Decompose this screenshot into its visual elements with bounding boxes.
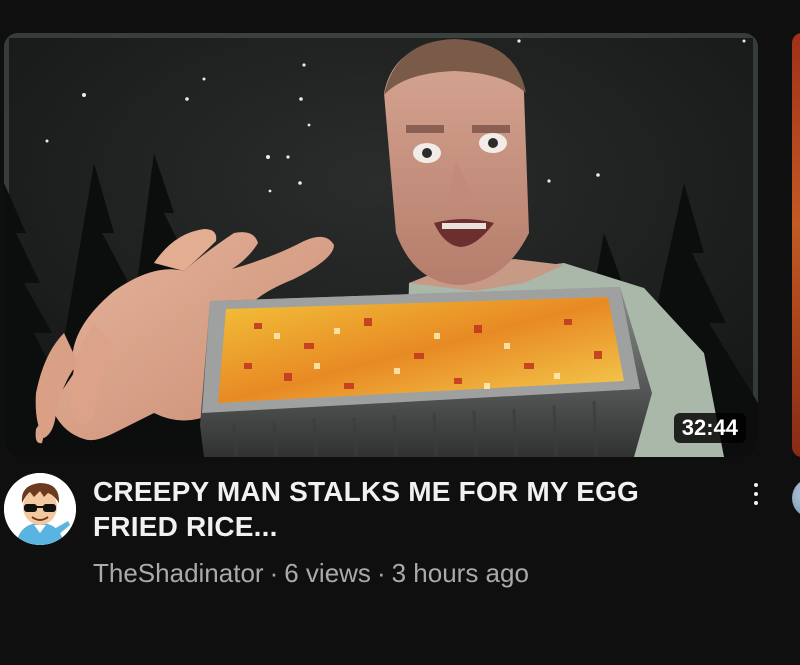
vertical-ellipsis-dot <box>754 501 758 505</box>
next-channel-avatar[interactable] <box>792 478 800 518</box>
thumbnail-artwork <box>4 33 758 457</box>
man-head <box>384 39 529 285</box>
next-video-thumbnail[interactable] <box>792 33 800 457</box>
cartoon-boy-avatar-icon <box>4 473 76 545</box>
video-metadata: TheShadinator · 6 views · 3 hours ago <box>93 556 529 590</box>
meta-separator: · <box>269 558 279 588</box>
channel-name[interactable]: TheShadinator <box>93 558 264 588</box>
vertical-ellipsis-dot <box>754 492 758 496</box>
meta-separator: · <box>376 558 386 588</box>
fried-rice-pan <box>200 287 652 457</box>
video-feed: 32:44 CREEPY MAN STALKS ME FOR MY EGG FR… <box>0 0 800 665</box>
more-actions-button[interactable] <box>742 476 770 512</box>
video-title[interactable]: CREEPY MAN STALKS ME FOR MY EGG FRIED RI… <box>93 474 713 544</box>
upload-age: 3 hours ago <box>391 558 529 588</box>
channel-avatar[interactable] <box>4 473 76 545</box>
duration-badge: 32:44 <box>673 413 746 443</box>
vertical-ellipsis-icon <box>754 483 758 487</box>
view-count: 6 views <box>284 558 371 588</box>
video-thumbnail[interactable]: 32:44 <box>4 33 758 457</box>
